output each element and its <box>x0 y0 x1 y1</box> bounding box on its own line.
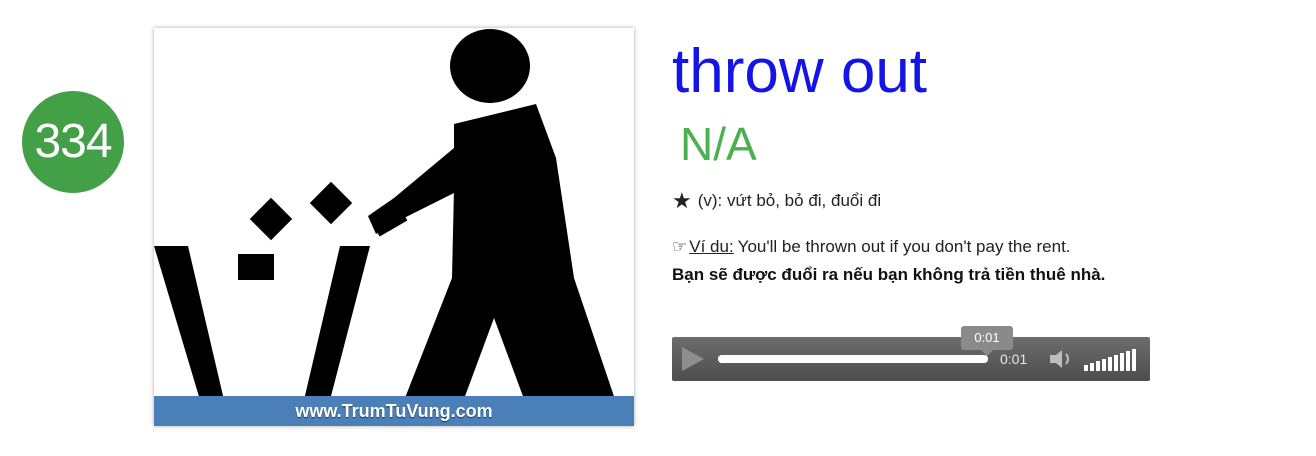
current-time: 0:01 <box>1000 351 1028 367</box>
star-icon: ★ <box>672 188 692 213</box>
vocabulary-card-page: 334 www.TrumTuVung.com throw out N/A ★ (v… <box>0 0 1316 456</box>
progress-track[interactable] <box>718 355 988 363</box>
play-icon[interactable] <box>682 347 704 371</box>
volume-bar <box>1126 351 1130 371</box>
volume-bar <box>1084 365 1088 371</box>
meaning-text: (v): vứt bỏ, bỏ đi, đuổi đi <box>697 191 882 210</box>
volume-bar <box>1132 349 1136 371</box>
volume-bar <box>1090 363 1094 371</box>
time-tooltip: 0:01 <box>961 326 1013 356</box>
progress-fill <box>718 355 988 363</box>
example-text: You'll be thrown out if you don't pay th… <box>737 237 1071 256</box>
word-number-badge: 334 <box>22 91 124 193</box>
pronunciation: N/A <box>680 118 757 170</box>
volume-slider[interactable] <box>1084 347 1140 371</box>
speaker-icon[interactable] <box>1048 348 1074 370</box>
trash-disposal-illustration <box>154 29 624 426</box>
volume-bar <box>1108 357 1112 371</box>
example-line: ☞ Ví du: You'll be thrown out if you don't… <box>672 234 1071 260</box>
example-translation: Bạn sẽ được đuổi ra nếu bạn không trả ti… <box>672 265 1106 284</box>
example-label: Ví du: <box>689 237 734 256</box>
volume-bar <box>1096 361 1100 371</box>
volume-bar <box>1114 355 1118 371</box>
pointing-hand-icon: ☞ <box>672 237 688 256</box>
audio-player: 0:01 <box>672 337 1150 381</box>
illustration-card: www.TrumTuVung.com <box>154 28 634 426</box>
volume-bar <box>1120 353 1124 371</box>
site-watermark: www.TrumTuVung.com <box>154 396 634 426</box>
volume-bar <box>1102 359 1106 371</box>
meaning-line: ★ (v): vứt bỏ, bỏ đi, đuổi đi <box>672 188 881 214</box>
vocabulary-word: throw out <box>672 37 928 106</box>
